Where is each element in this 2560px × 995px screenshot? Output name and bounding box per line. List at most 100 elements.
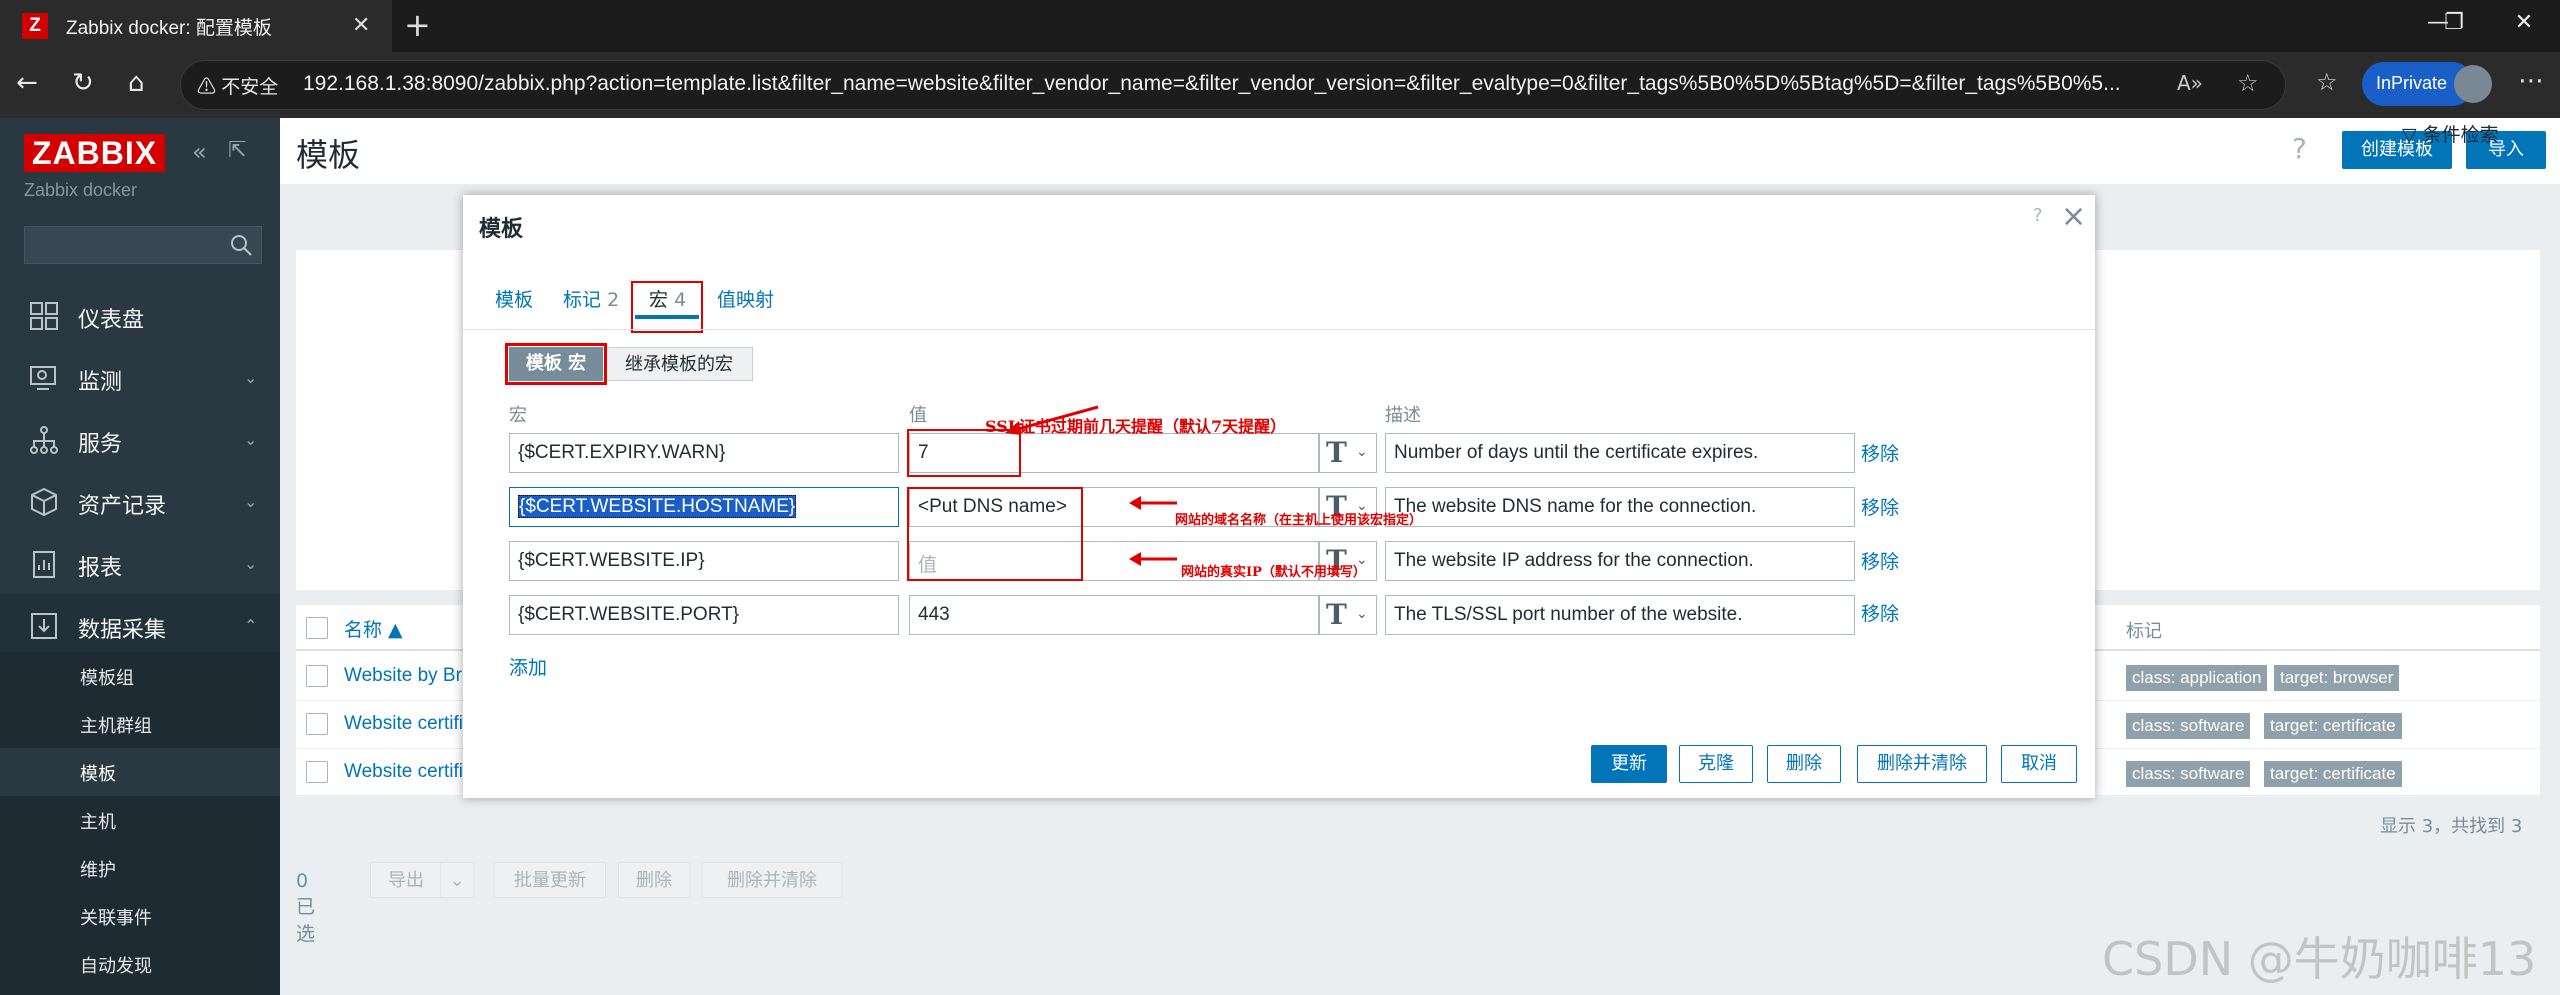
row-checkbox[interactable]	[306, 761, 328, 783]
sidebar-item-label: 报表	[78, 556, 123, 581]
remove-macro-link[interactable]: 移除	[1861, 547, 1899, 574]
cancel-button[interactable]: 取消	[2001, 745, 2077, 783]
sidebar-item-monitoring[interactable]: 监测 ⌄	[0, 346, 280, 408]
select-all-checkbox[interactable]	[306, 617, 328, 639]
restore-icon[interactable]: ❐	[2434, 10, 2474, 35]
tab-tags[interactable]: 标记 2	[563, 285, 619, 312]
tag-badge[interactable]: class: software	[2126, 761, 2251, 787]
submenu-event-correlation[interactable]: 关联事件	[0, 892, 280, 940]
tab-template[interactable]: 模板	[495, 285, 533, 312]
read-aloud-icon[interactable]: A»	[2177, 71, 2203, 95]
delete-and-clear-button[interactable]: 删除并清除	[702, 862, 842, 898]
value-column-header: 值	[909, 405, 927, 426]
macro-name-input[interactable]: {$CERT.WEBSITE.PORT}	[509, 595, 899, 635]
macro-description-input[interactable]: Number of days until the certificate exp…	[1385, 433, 1855, 473]
not-secure-indicator[interactable]: ⚠ 不安全	[197, 72, 278, 99]
macro-value-input[interactable]: 443	[909, 595, 1319, 635]
value-type-dropdown[interactable]: T ⌄	[1319, 433, 1377, 473]
delete-button[interactable]: 删除	[618, 862, 690, 898]
macro-description-input[interactable]: The website IP address for the connectio…	[1385, 541, 1855, 581]
reload-icon[interactable]: ↻	[72, 68, 94, 98]
macro-description-input[interactable]: The TLS/SSL port number of the website.	[1385, 595, 1855, 635]
remove-macro-link[interactable]: 移除	[1861, 599, 1899, 626]
favorites-icon[interactable]: ☆	[2316, 68, 2338, 96]
tag-badge[interactable]: class: software	[2126, 713, 2251, 739]
home-icon[interactable]: ⌂	[128, 68, 145, 98]
sidebar-item-services[interactable]: 服务 ⌄	[0, 408, 280, 470]
sidebar-item-label: 服务	[78, 432, 123, 457]
new-tab-icon[interactable]: +	[404, 6, 431, 44]
annotation-ssl-note: SSL证书过期前几天提醒（默认7天提醒）	[985, 417, 1287, 436]
close-tab-icon[interactable]: ✕	[352, 13, 370, 38]
sidebar-item-dashboard[interactable]: 仪表盘	[0, 284, 280, 346]
back-icon[interactable]: ←	[16, 68, 38, 98]
clone-button[interactable]: 克隆	[1679, 745, 1753, 783]
column-name-header[interactable]: 名称 ▲	[344, 615, 403, 642]
browser-tab[interactable]: Z Zabbix docker: 配置模板 ✕	[0, 0, 392, 52]
profile-avatar[interactable]	[2454, 65, 2492, 103]
template-name-link[interactable]: Website certifi	[344, 761, 463, 783]
services-icon	[28, 424, 60, 456]
data-collection-submenu: 模板组 主机群组 模板 主机 维护 关联事件 自动发现	[0, 652, 280, 995]
more-menu-icon[interactable]: ⋯	[2518, 66, 2544, 96]
value-type-dropdown[interactable]: T ⌄	[1319, 595, 1377, 635]
sidebar-item-reports[interactable]: 报表 ⌄	[0, 532, 280, 594]
sidebar-item-data-collection[interactable]: 数据采集 ⌃	[0, 594, 280, 656]
zabbix-logo[interactable]: ZABBIX	[24, 134, 166, 172]
filter-toggle[interactable]: ▽ 条件检索	[2402, 120, 2499, 147]
delete-button[interactable]: 删除	[1767, 745, 1841, 783]
macro-name-input[interactable]: {$CERT.WEBSITE.IP}	[509, 541, 899, 581]
submenu-label: 主机群组	[80, 716, 152, 737]
tag-badge[interactable]: target: certificate	[2264, 713, 2402, 739]
update-button[interactable]: 更新	[1591, 745, 1667, 783]
macro-column-header: 宏	[509, 405, 527, 426]
tag-badge[interactable]: target: certificate	[2264, 761, 2402, 787]
macro-name-input[interactable]: {$CERT.WEBSITE.HOSTNAME}	[509, 487, 899, 527]
template-name-link[interactable]: Website certifi	[344, 713, 463, 735]
delete-and-clear-button[interactable]: 删除并清除	[1857, 745, 1987, 783]
annotation-highlight-box	[631, 281, 703, 333]
mass-update-button[interactable]: 批量更新	[494, 862, 606, 898]
submenu-label: 维护	[80, 860, 116, 881]
submenu-template-groups[interactable]: 模板组	[0, 652, 280, 700]
annotation-arrow-icon	[1129, 496, 1177, 510]
row-checkbox[interactable]	[306, 665, 328, 687]
sidebar-item-label: 监测	[78, 370, 123, 395]
help-icon[interactable]: ?	[2292, 132, 2307, 165]
monitoring-icon	[28, 362, 60, 394]
submenu-host-groups[interactable]: 主机群组	[0, 700, 280, 748]
tab-count: 2	[607, 289, 620, 311]
remove-macro-link[interactable]: 移除	[1861, 439, 1899, 466]
submenu-maintenance[interactable]: 维护	[0, 844, 280, 892]
help-icon[interactable]: ?	[2033, 205, 2043, 226]
url-field[interactable]: ⚠ 不安全 192.168.1.38:8090/zabbix.php?actio…	[180, 60, 2286, 110]
close-icon[interactable]: ×	[2061, 199, 2086, 234]
tab-value-mapping[interactable]: 值映射	[717, 285, 774, 312]
page-title: 模板	[296, 136, 361, 174]
macro-name-input[interactable]: {$CERT.EXPIRY.WARN}	[509, 433, 899, 473]
search-icon[interactable]	[229, 233, 253, 257]
add-macro-link[interactable]: 添加	[509, 653, 547, 680]
remove-macro-link[interactable]: 移除	[1861, 493, 1899, 520]
template-name-link[interactable]: Website by Br	[344, 665, 462, 687]
export-dropdown-chevron-icon[interactable]: ⌄	[440, 862, 474, 898]
data-collection-icon	[28, 610, 60, 642]
window-close-icon[interactable]: ✕	[2504, 10, 2544, 35]
sidebar-item-inventory[interactable]: 资产记录 ⌄	[0, 470, 280, 532]
row-checkbox[interactable]	[306, 713, 328, 735]
macro-description-input[interactable]: The website DNS name for the connection.	[1385, 487, 1855, 527]
tab-label: 值映射	[717, 289, 775, 311]
chevron-down-icon: ⌄	[244, 492, 258, 511]
sidebar-search-input[interactable]	[24, 226, 262, 264]
submenu-hosts[interactable]: 主机	[0, 796, 280, 844]
filter-label: 条件检索	[2422, 124, 2499, 146]
submenu-discovery[interactable]: 自动发现	[0, 940, 280, 988]
inherited-macros-toggle[interactable]: 继承模板的宏	[605, 347, 753, 381]
collapse-sidebar-icon[interactable]: «	[192, 138, 207, 166]
favorite-star-icon[interactable]: ☆	[2237, 69, 2259, 97]
tag-badge[interactable]: target: browser	[2274, 665, 2400, 691]
submenu-templates[interactable]: 模板	[0, 748, 280, 796]
kiosk-mode-icon[interactable]: ⇱	[228, 138, 246, 163]
export-button[interactable]: 导出	[370, 862, 442, 898]
tag-badge[interactable]: class: application	[2126, 665, 2268, 691]
